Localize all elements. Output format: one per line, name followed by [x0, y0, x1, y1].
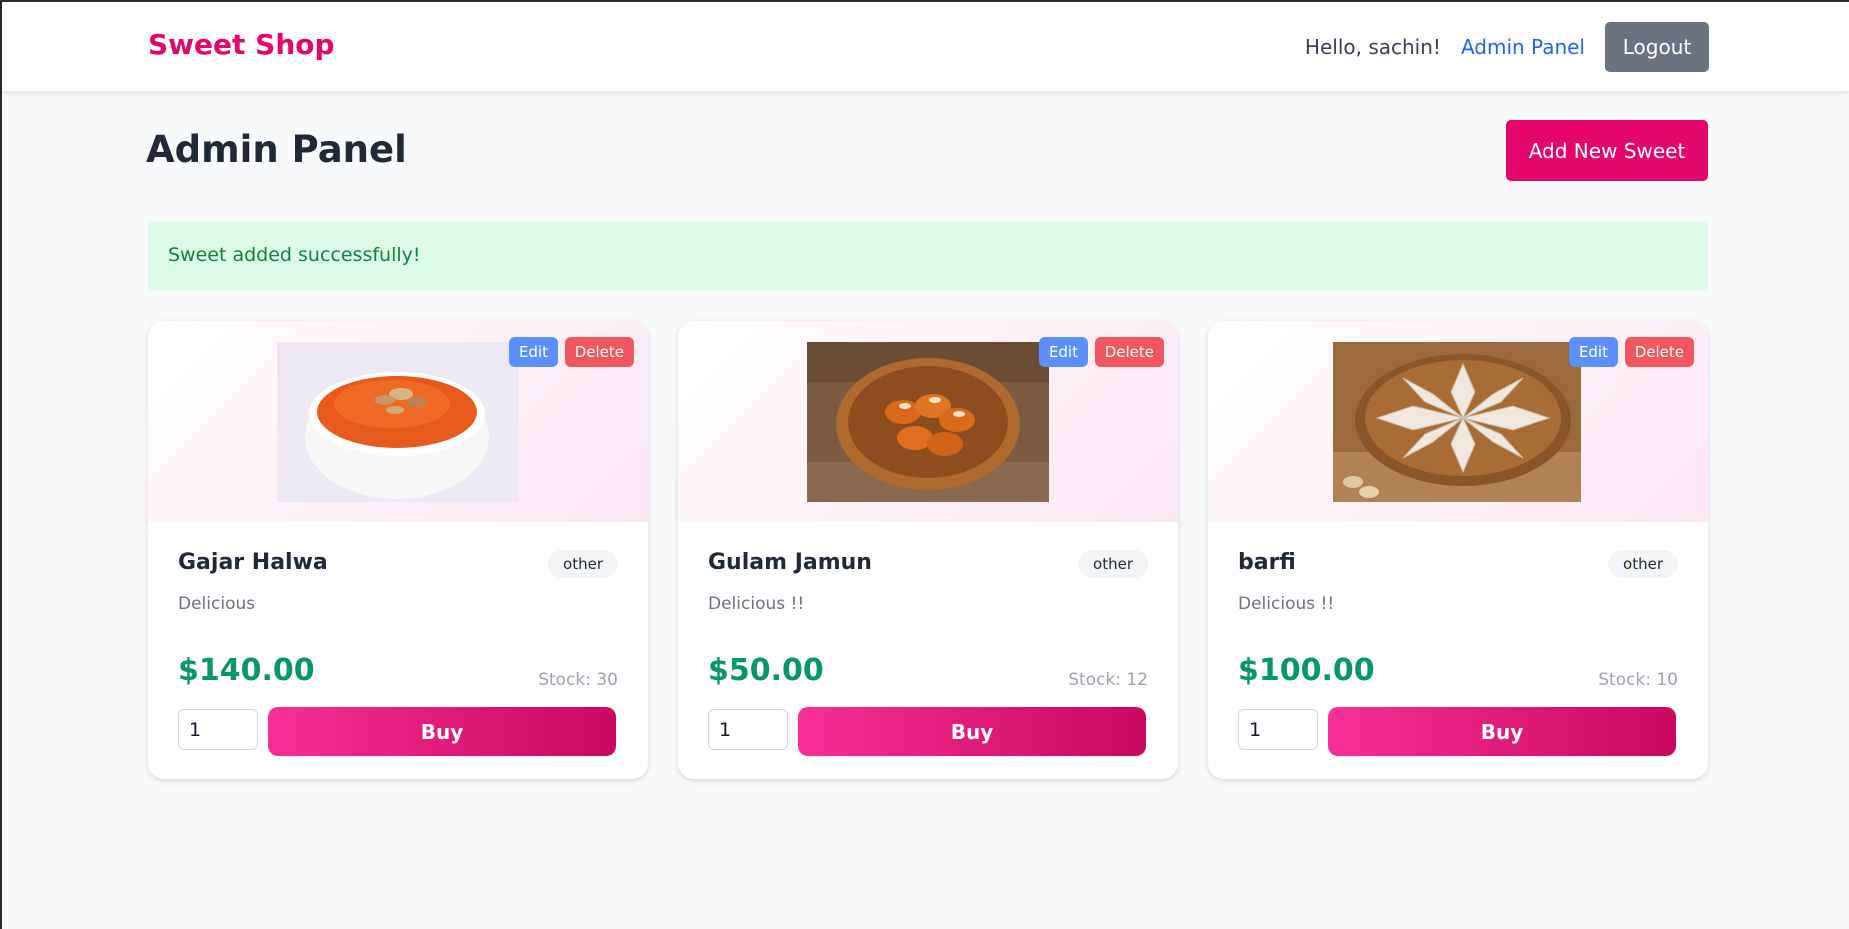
- sweet-price: $140.00: [178, 653, 315, 688]
- card-image-area: Edit Delete: [1208, 321, 1708, 522]
- category-badge: other: [1078, 550, 1148, 578]
- gajar-halwa-image: [277, 342, 519, 502]
- sweet-card: Edit Delete Gajar Halwa other Delicious …: [148, 321, 648, 779]
- card-body: barfi other Delicious !! $100.00 Stock: …: [1208, 522, 1708, 779]
- sweet-name: Gulam Jamun: [708, 550, 872, 575]
- sweet-price: $50.00: [708, 653, 824, 688]
- buy-button[interactable]: Buy: [798, 707, 1146, 756]
- card-body: Gajar Halwa other Delicious $140.00 Stoc…: [148, 522, 648, 779]
- quantity-input[interactable]: [708, 709, 788, 750]
- stock-count: Stock: 30: [538, 670, 618, 690]
- card-body: Gulam Jamun other Delicious !! $50.00 St…: [678, 522, 1178, 779]
- add-new-sweet-button[interactable]: Add New Sweet: [1506, 120, 1708, 181]
- delete-button[interactable]: Delete: [564, 337, 634, 367]
- sweet-name: Gajar Halwa: [178, 550, 328, 575]
- navbar: Sweet Shop Hello, sachin! Admin Panel Lo…: [2, 2, 1849, 91]
- delete-button[interactable]: Delete: [1094, 337, 1164, 367]
- quantity-input[interactable]: [178, 709, 258, 750]
- edit-button[interactable]: Edit: [508, 337, 558, 367]
- success-alert: Sweet added successfully!: [148, 221, 1708, 291]
- sweet-description: Delicious !!: [708, 594, 805, 614]
- quantity-input[interactable]: [1238, 709, 1318, 750]
- page-title: Admin Panel: [146, 128, 407, 171]
- sweet-card: Edit Delete barfi other Delicious !! $10…: [1208, 321, 1708, 779]
- edit-button[interactable]: Edit: [1568, 337, 1618, 367]
- delete-button[interactable]: Delete: [1624, 337, 1694, 367]
- category-badge: other: [548, 550, 618, 578]
- sweet-description: Delicious !!: [1238, 594, 1335, 614]
- card-image-area: Edit Delete: [678, 321, 1178, 522]
- stock-count: Stock: 10: [1598, 670, 1678, 690]
- greeting-text: Hello, sachin!: [1304, 35, 1441, 59]
- gulab-jamun-image: [807, 342, 1049, 502]
- category-badge: other: [1608, 550, 1678, 578]
- logout-button[interactable]: Logout: [1605, 22, 1709, 72]
- nav-right: Hello, sachin! Admin Panel Logout: [1305, 22, 1709, 72]
- sweets-grid: Edit Delete Gajar Halwa other Delicious …: [148, 321, 1708, 779]
- buy-button[interactable]: Buy: [268, 707, 616, 756]
- admin-panel-link[interactable]: Admin Panel: [1461, 35, 1585, 59]
- barfi-image: [1333, 342, 1581, 502]
- buy-button[interactable]: Buy: [1328, 707, 1676, 756]
- sweet-name: barfi: [1238, 550, 1296, 575]
- sweet-price: $100.00: [1238, 653, 1375, 688]
- brand-logo[interactable]: Sweet Shop: [148, 28, 335, 61]
- stock-count: Stock: 12: [1068, 670, 1148, 690]
- sweet-card: Edit Delete Gulam Jamun other Delicious …: [678, 321, 1178, 779]
- edit-button[interactable]: Edit: [1038, 337, 1088, 367]
- card-image-area: Edit Delete: [148, 321, 648, 522]
- sweet-description: Delicious: [178, 594, 256, 614]
